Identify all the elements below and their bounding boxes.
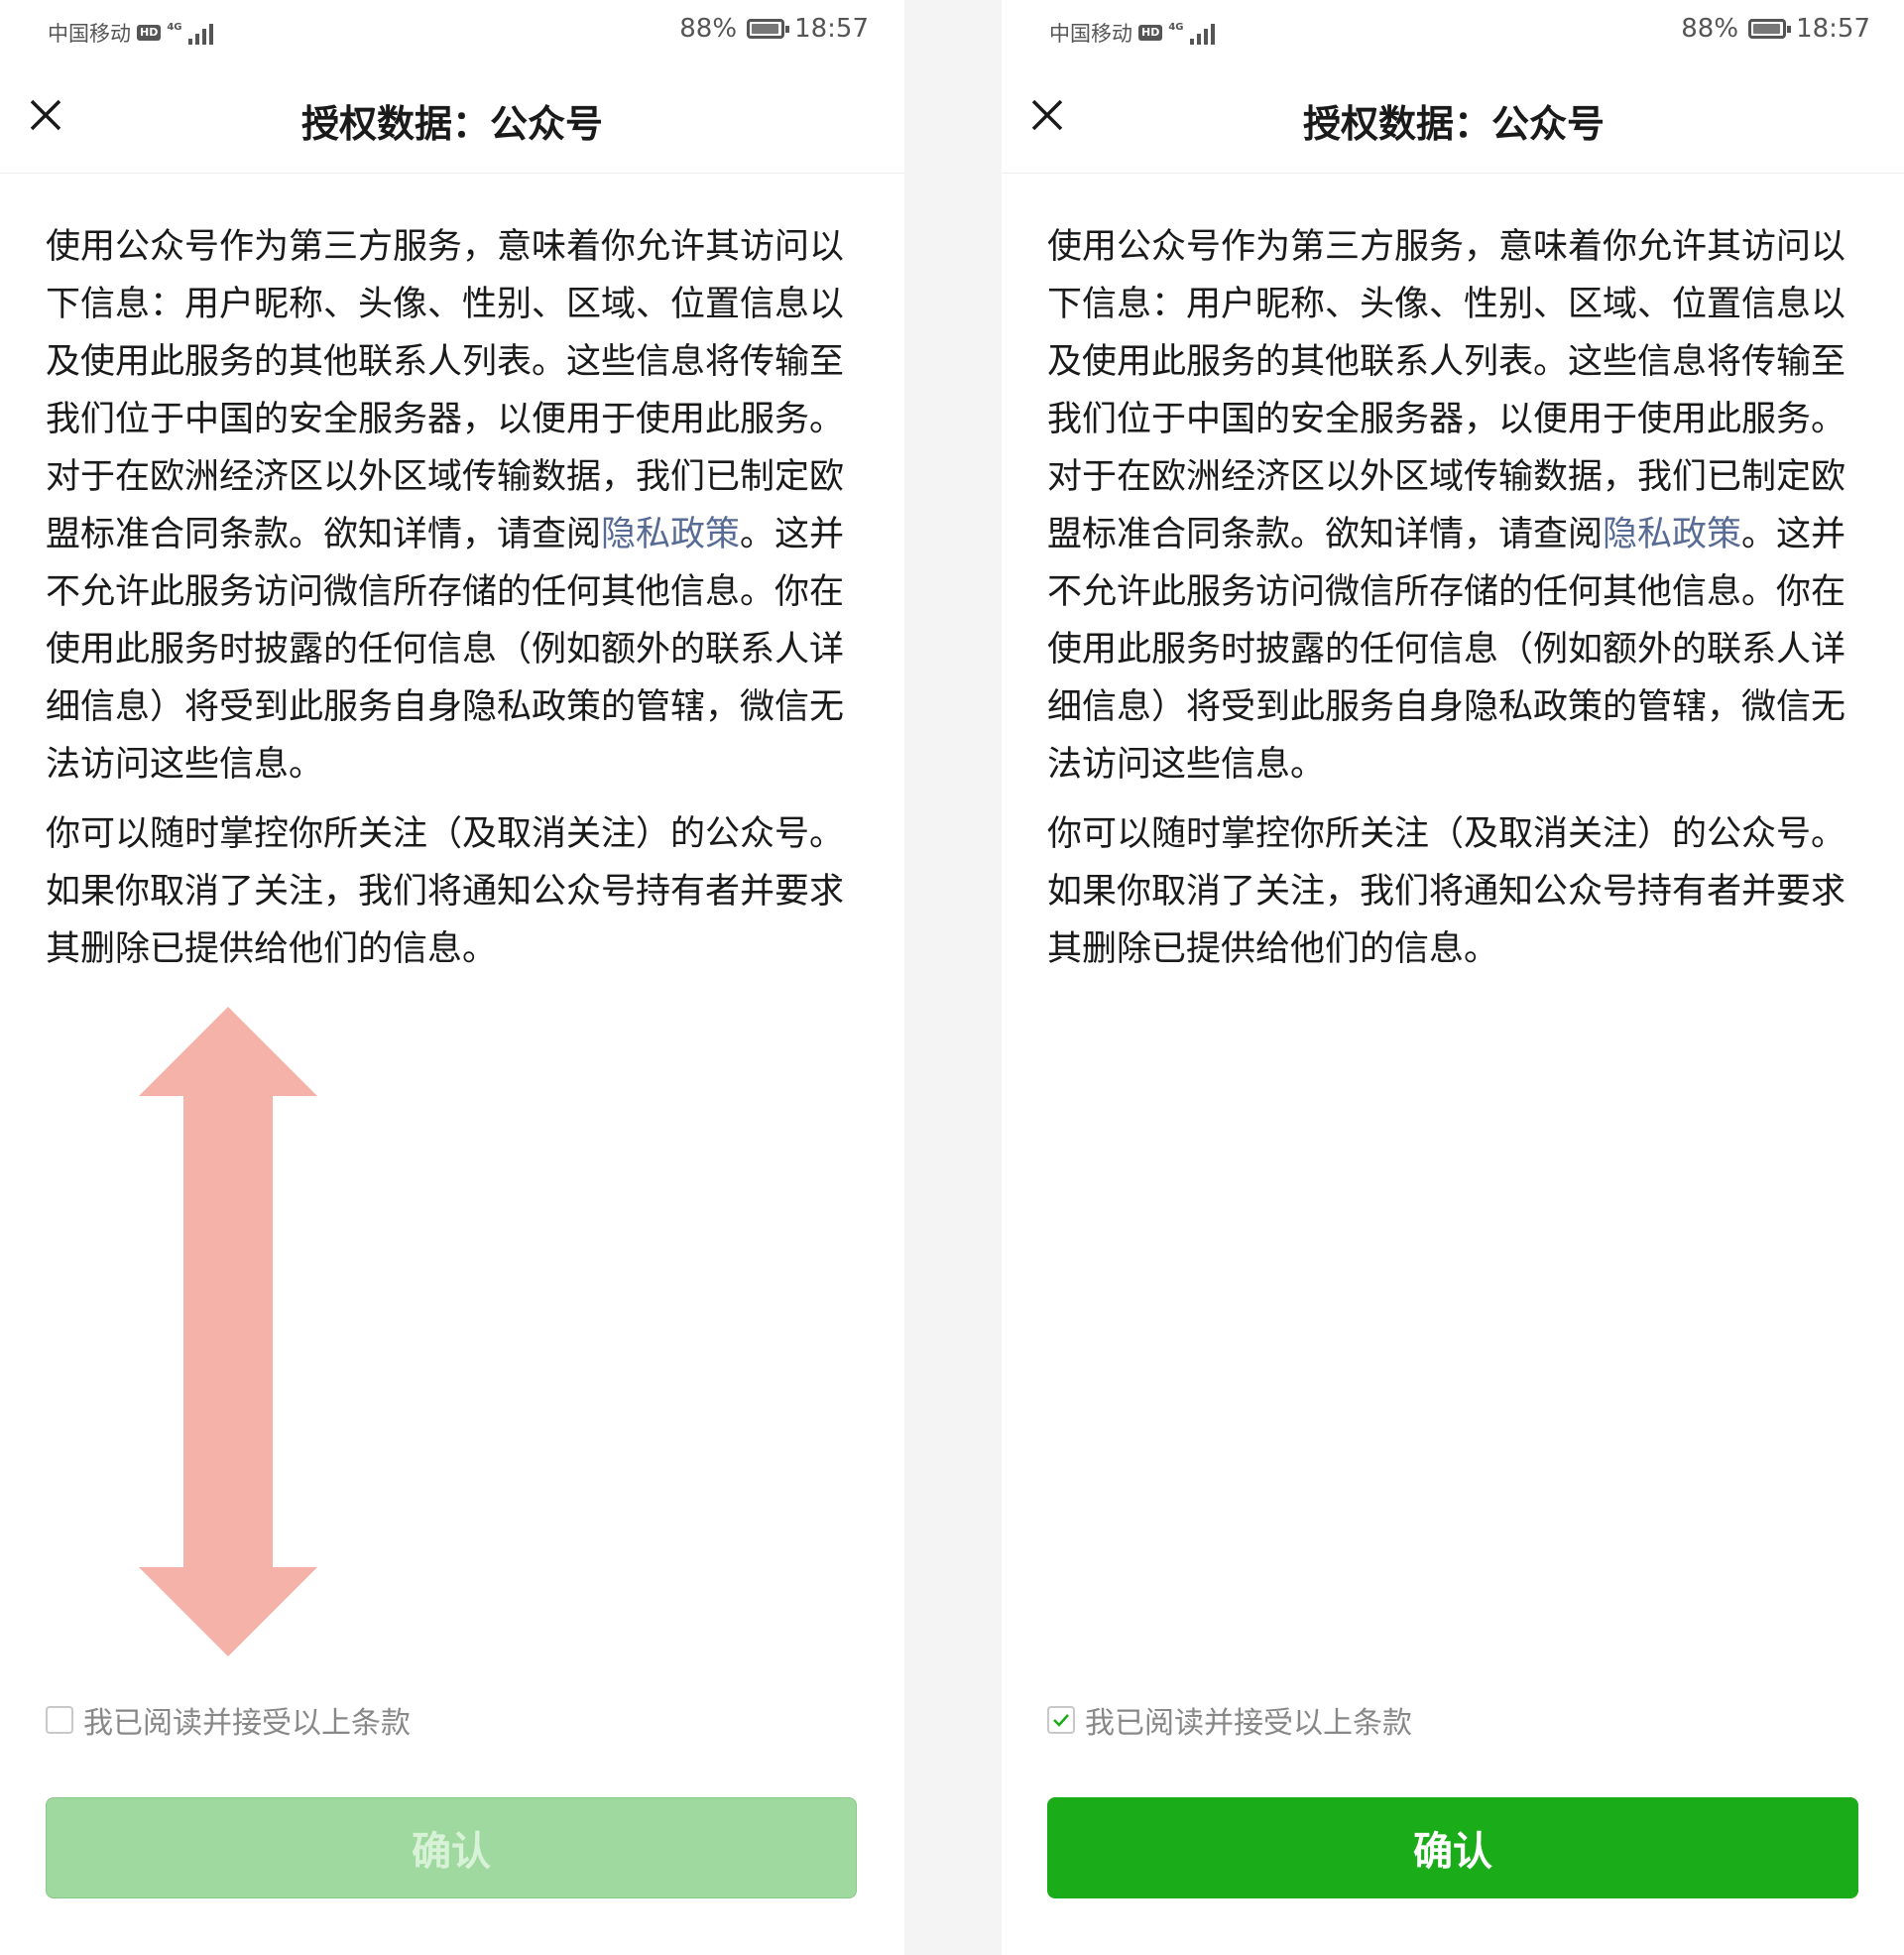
terms-text: 使用公众号作为第三方服务，意味着你允许其访问以下信息：用户昵称、头像、性别、区域… [46,218,845,990]
confirm-button[interactable]: 确认 [46,1797,857,1898]
confirm-button[interactable]: 确认 [1047,1797,1858,1898]
battery-percent: 88% [1681,14,1739,44]
checkbox-icon[interactable] [46,1706,73,1734]
title-bar: 授权数据：公众号 [1002,63,1904,174]
carrier-info: 中国移动 HD 4G [1049,18,1215,48]
double-arrow-icon [139,1007,317,1656]
network-type: 4G [1168,22,1184,33]
checkmark-icon [1053,1714,1069,1727]
terms-paragraph-1: 使用公众号作为第三方服务，意味着你允许其访问以下信息：用户昵称、头像、性别、区域… [1047,218,1846,794]
carrier-name: 中国移动 [1049,22,1132,46]
carrier-info: 中国移动 HD 4G [48,18,213,48]
terms-paragraph-2: 你可以随时掌控你所关注（及取消关注）的公众号。如果你取消了关注，我们将通知公众号… [1047,814,1846,969]
privacy-policy-link[interactable]: 隐私政策 [1603,515,1741,554]
hd-badge: HD [137,25,162,41]
terms-paragraph-1: 使用公众号作为第三方服务，意味着你允许其访问以下信息：用户昵称、头像、性别、区域… [46,218,845,794]
terms-text: 使用公众号作为第三方服务，意味着你允许其访问以下信息：用户昵称、头像、性别、区域… [1047,218,1846,990]
clock: 18:57 [1796,14,1870,44]
signal-icon [187,21,213,45]
agree-checkbox-row[interactable]: 我已阅读并接受以上条款 [1047,1698,1412,1742]
status-bar: 中国移动 HD 4G 88% 18:57 [0,0,904,63]
title-bar: 授权数据：公众号 [0,63,904,174]
privacy-policy-link[interactable]: 隐私政策 [601,515,740,554]
clock: 18:57 [794,14,869,44]
terms-text-part-1: 使用公众号作为第三方服务，意味着你允许其访问以下信息：用户昵称、头像、性别、区域… [1047,227,1846,554]
terms-paragraph-2: 你可以随时掌控你所关注（及取消关注）的公众号。如果你取消了关注，我们将通知公众号… [46,814,845,969]
terms-text-part-2: 。这并不允许此服务访问微信所存储的任何其他信息。你在使用此服务时披露的任何信息（… [46,515,845,785]
agree-label: 我已阅读并接受以上条款 [83,1706,411,1741]
network-type: 4G [167,22,182,33]
agree-checkbox-row[interactable]: 我已阅读并接受以上条款 [46,1698,411,1742]
terms-text-part-1: 使用公众号作为第三方服务，意味着你允许其访问以下信息：用户昵称、头像、性别、区域… [46,227,845,554]
checkbox-icon[interactable] [1047,1706,1075,1734]
battery-percent: 88% [679,14,738,44]
status-right: 88% 18:57 [1681,14,1870,44]
carrier-name: 中国移动 [48,22,131,46]
page-title: 授权数据：公众号 [1302,102,1605,146]
battery-icon [1748,19,1792,39]
agree-label: 我已阅读并接受以上条款 [1085,1706,1412,1741]
hd-badge: HD [1138,25,1163,41]
status-bar: 中国移动 HD 4G 88% 18:57 [1002,0,1904,63]
battery-icon [747,19,790,39]
status-right: 88% 18:57 [679,14,869,44]
screen-checked: 中国移动 HD 4G 88% 18:57 授权数据：公众号 使用公众号作为第三方… [1002,0,1904,1955]
signal-icon [1189,21,1215,45]
screen-unchecked: 中国移动 HD 4G 88% 18:57 授权数据：公众号 使用公众号作为第三方… [0,0,904,1955]
page-title: 授权数据：公众号 [300,102,603,146]
terms-text-part-2: 。这并不允许此服务访问微信所存储的任何其他信息。你在使用此服务时披露的任何信息（… [1047,515,1846,785]
